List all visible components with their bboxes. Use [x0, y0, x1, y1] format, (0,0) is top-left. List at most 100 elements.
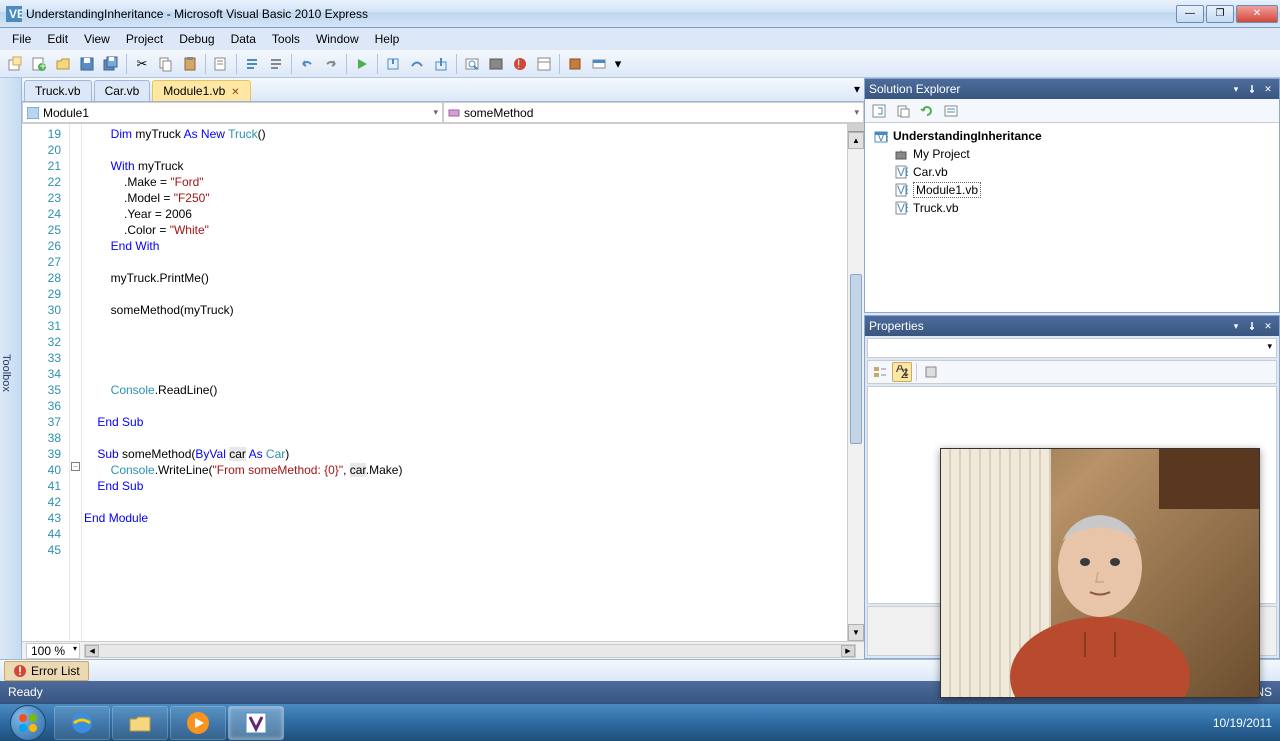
scroll-up-button[interactable]: ▲ [848, 132, 864, 149]
panel-dropdown-button[interactable]: ▾ [1229, 82, 1243, 96]
add-item-button[interactable]: + [28, 53, 50, 75]
editor-tabs: Truck.vb Car.vb Module1.vb✕ ▾ [22, 78, 864, 102]
project-icon: VB [873, 128, 889, 144]
new-project-button[interactable] [4, 53, 26, 75]
tree-item-module1[interactable]: VB Module1.vb [869, 181, 1275, 199]
extension-manager-button[interactable] [564, 53, 586, 75]
title-bar: VB UnderstandingInheritance - Microsoft … [0, 0, 1280, 28]
save-all-button[interactable] [100, 53, 122, 75]
type-dropdown[interactable]: Module1 [22, 102, 443, 123]
show-all-files-button[interactable] [893, 101, 913, 121]
scroll-down-button[interactable]: ▼ [848, 624, 864, 641]
toolbox-tab[interactable]: Toolbox [0, 78, 22, 659]
properties-button[interactable] [869, 101, 889, 121]
taskbar-vs[interactable] [228, 706, 284, 740]
tabs-dropdown-button[interactable]: ▾ [854, 82, 860, 96]
refresh-button[interactable] [917, 101, 937, 121]
start-button[interactable] [4, 705, 52, 741]
menu-file[interactable]: File [4, 30, 39, 48]
tab-truck[interactable]: Truck.vb [24, 80, 92, 101]
svg-text:VB: VB [897, 183, 908, 197]
menu-view[interactable]: View [76, 30, 118, 48]
tree-item-truck[interactable]: VB Truck.vb [869, 199, 1275, 217]
tab-car[interactable]: Car.vb [94, 80, 151, 101]
panel-close-button[interactable]: ✕ [1261, 319, 1275, 333]
member-dropdown[interactable]: someMethod [443, 102, 864, 123]
svg-text:VB: VB [897, 201, 908, 215]
open-button[interactable] [52, 53, 74, 75]
menu-help[interactable]: Help [367, 30, 408, 48]
menu-project[interactable]: Project [118, 30, 171, 48]
scroll-left-button[interactable]: ◀ [85, 645, 99, 657]
error-list-tab[interactable]: ! Error List [4, 661, 89, 681]
tree-item-myproject[interactable]: My Project [869, 145, 1275, 163]
tray-clock[interactable]: 10/19/2011 [1213, 716, 1272, 730]
paste-button[interactable] [179, 53, 201, 75]
menu-debug[interactable]: Debug [171, 30, 222, 48]
properties-toolbar: AZ [867, 360, 1277, 384]
step-out-button[interactable] [430, 53, 452, 75]
maximize-button[interactable]: ❐ [1206, 5, 1234, 23]
menu-window[interactable]: Window [308, 30, 367, 48]
svg-text:VB: VB [897, 165, 908, 179]
tab-module1[interactable]: Module1.vb✕ [152, 80, 250, 101]
scroll-thumb[interactable] [850, 274, 862, 444]
vb-file-icon: VB [893, 164, 909, 180]
find-button[interactable] [210, 53, 232, 75]
uncomment-button[interactable] [265, 53, 287, 75]
redo-button[interactable] [320, 53, 342, 75]
solution-explorer-header: Solution Explorer ▾ ✕ [865, 79, 1279, 99]
taskbar-ie[interactable] [54, 706, 110, 740]
property-pages-button[interactable] [921, 362, 941, 382]
copy-button[interactable] [155, 53, 177, 75]
panel-close-button[interactable]: ✕ [1261, 82, 1275, 96]
split-handle[interactable] [848, 124, 864, 132]
view-code-button[interactable] [941, 101, 961, 121]
close-tab-icon[interactable]: ✕ [231, 87, 239, 98]
myproject-icon [893, 146, 909, 162]
save-button[interactable] [76, 53, 98, 75]
start-debug-button[interactable] [351, 53, 373, 75]
undo-button[interactable] [296, 53, 318, 75]
alphabetical-button[interactable]: AZ [892, 362, 912, 382]
svg-text:VB: VB [9, 7, 22, 21]
panel-pin-button[interactable] [1245, 82, 1259, 96]
minimize-button[interactable]: — [1176, 5, 1204, 23]
close-button[interactable]: ✕ [1236, 5, 1278, 23]
toolbar: + ✂ ! ▾ [0, 50, 1280, 78]
categorized-button[interactable] [870, 362, 890, 382]
tree-item-car[interactable]: VB Car.vb [869, 163, 1275, 181]
step-over-button[interactable] [406, 53, 428, 75]
svg-text:Z: Z [901, 367, 908, 379]
comment-button[interactable] [241, 53, 263, 75]
properties-button[interactable] [533, 53, 555, 75]
toolbar-options-button[interactable]: ▾ [612, 53, 624, 75]
horizontal-scrollbar[interactable]: ◀ ▶ [84, 644, 856, 658]
code-editor[interactable]: Dim myTruck As New Truck() With myTruck … [82, 124, 847, 641]
immediate-window-button[interactable] [461, 53, 483, 75]
method-icon [448, 107, 460, 119]
tree-project-node[interactable]: VB UnderstandingInheritance [869, 127, 1275, 145]
error-list-button[interactable]: ! [509, 53, 531, 75]
menu-data[interactable]: Data [223, 30, 264, 48]
panel-pin-button[interactable] [1245, 319, 1259, 333]
svg-text:!: ! [18, 664, 22, 678]
cut-button[interactable]: ✂ [131, 53, 153, 75]
panel-dropdown-button[interactable]: ▾ [1229, 319, 1243, 333]
vertical-scrollbar[interactable]: ▲ ▼ [847, 124, 864, 641]
menu-tools[interactable]: Tools [264, 30, 308, 48]
menu-edit[interactable]: Edit [39, 30, 76, 48]
zoom-dropdown[interactable]: 100 % [26, 643, 80, 659]
outline-column: − [70, 124, 82, 641]
outline-collapse-button[interactable]: − [71, 462, 80, 471]
solution-explorer-toolbar [865, 99, 1279, 123]
step-into-button[interactable] [382, 53, 404, 75]
svg-text:VB: VB [877, 130, 888, 143]
taskbar-explorer[interactable] [112, 706, 168, 740]
scroll-right-button[interactable]: ▶ [841, 645, 855, 657]
other-windows-button[interactable] [588, 53, 610, 75]
toolbox-button[interactable] [485, 53, 507, 75]
taskbar-media[interactable] [170, 706, 226, 740]
properties-object-dropdown[interactable] [867, 338, 1277, 358]
error-icon: ! [13, 664, 27, 678]
